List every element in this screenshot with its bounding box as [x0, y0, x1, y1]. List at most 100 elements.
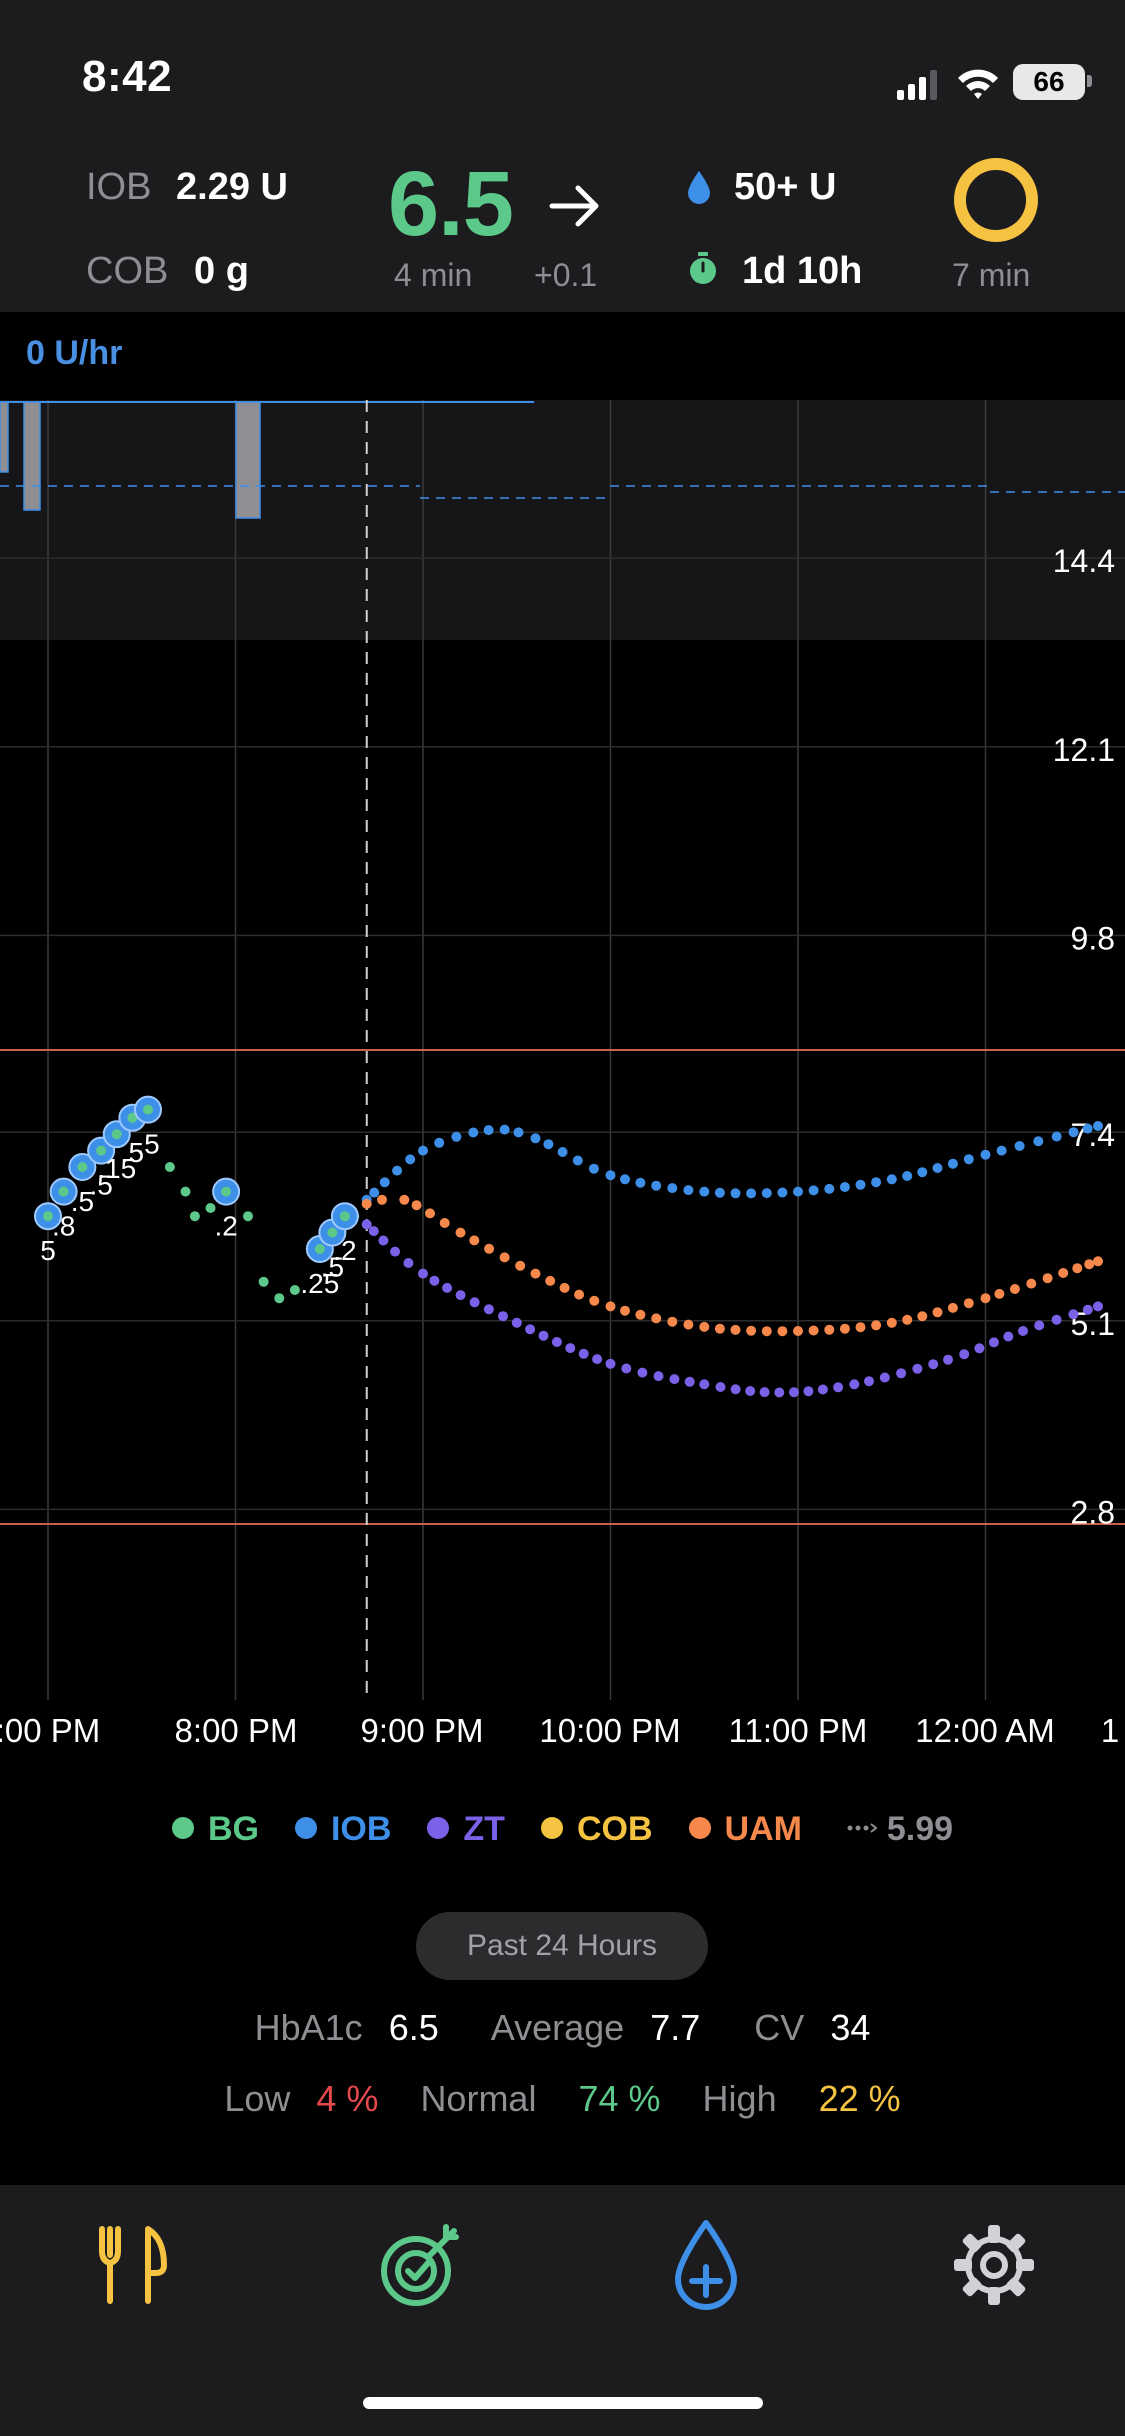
prediction-point-uam: [777, 1326, 788, 1337]
high-value: 22 %: [818, 2078, 901, 2119]
prediction-point-zt: [592, 1354, 603, 1365]
prediction-point-iob: [499, 1124, 510, 1135]
prediction-point-iob: [761, 1188, 772, 1199]
gear-icon[interactable]: [944, 2215, 1044, 2315]
prediction-point-iob: [557, 1147, 568, 1157]
prediction-point-zt: [1093, 1301, 1103, 1312]
prediction-point-iob: [392, 1165, 403, 1176]
smb-marker-center: [339, 1211, 350, 1222]
prediction-point-iob: [683, 1185, 694, 1196]
smb-label: .2: [214, 1211, 237, 1242]
prediction-point-uam: [1042, 1273, 1053, 1284]
x-tick-label: 12:00 AM: [915, 1712, 1054, 1749]
low-label: Low: [224, 2078, 291, 2119]
prediction-point-zt: [1051, 1314, 1062, 1325]
current-bg-value: 6.5: [388, 153, 514, 255]
prediction-point-uam: [994, 1288, 1005, 1299]
prediction-point-zt: [896, 1368, 907, 1379]
prediction-point-uam: [1072, 1263, 1083, 1274]
bg-point: [243, 1211, 253, 1222]
chart-svg[interactable]: 14.412.19.87.45.12.8:00 PM 8:00 PM 9:00 PM…: [0, 400, 1125, 1750]
prediction-point-uam: [439, 1218, 450, 1228]
cv-value: 34: [830, 2007, 871, 2048]
status-time: 8:42: [82, 52, 173, 101]
glucose-chart[interactable]: 14.4 12.1 9.8 7.4 5.1 2.8:00 PM 8:00 PM 9:00 PM…: [0, 400, 1125, 1750]
prediction-point-uam: [963, 1298, 974, 1309]
prediction-point-zt: [455, 1290, 466, 1301]
prediction-point-uam: [620, 1305, 630, 1316]
temp-basal-bar: [0, 401, 9, 473]
sensor-timer-icon: [690, 252, 716, 284]
high-label: High: [702, 2078, 777, 2119]
prediction-point-iob: [730, 1188, 741, 1199]
prediction-point-zt: [378, 1235, 389, 1246]
battery-cap: [1087, 75, 1092, 87]
glucose-header[interactable]: IOB 2.29 U COB 0 g 6.5 4 min +0.1 50+ U …: [0, 140, 1125, 312]
prediction-point-iob: [871, 1177, 882, 1188]
prediction-point-uam: [605, 1301, 616, 1312]
legend-dot: [294, 1816, 317, 1839]
prediction-point-uam: [1058, 1268, 1069, 1278]
prediction-point-zt: [789, 1387, 799, 1398]
prediction-point-zt: [637, 1367, 648, 1378]
prediction-point-zt: [684, 1376, 695, 1387]
prediction-point-iob: [808, 1185, 819, 1196]
fork-knife-icon[interactable]: [82, 2215, 182, 2315]
prediction-point-iob: [405, 1154, 416, 1165]
prediction-point-iob: [855, 1179, 866, 1190]
prediction-point-uam: [902, 1314, 913, 1325]
prediction-point-iob: [714, 1187, 725, 1198]
prediction-point-zt: [368, 1226, 379, 1237]
prediction-point-uam: [932, 1307, 943, 1318]
legend-label: ZT: [463, 1809, 505, 1848]
legend-extra-value: 5.99: [886, 1809, 954, 1848]
prediction-point-uam: [425, 1208, 435, 1219]
y-tick-label: 9.8: [1071, 920, 1115, 956]
y-tick-label: 14.4: [1053, 543, 1115, 579]
prediction-point-uam: [886, 1317, 897, 1328]
prediction-point-iob: [651, 1180, 662, 1191]
prediction-point-uam: [499, 1252, 510, 1263]
prediction-point-zt: [730, 1384, 741, 1395]
prediction-point-zt: [803, 1386, 814, 1397]
normal-label: Normal: [420, 2078, 537, 2119]
smb-marker-center: [58, 1186, 69, 1197]
prediction-point-iob: [434, 1137, 445, 1148]
legend-label: IOB: [330, 1809, 392, 1848]
sensor-age-value: 1d 10h: [742, 250, 863, 292]
smb-label: .2: [333, 1235, 356, 1266]
prediction-point-zt: [864, 1376, 874, 1387]
prediction-point-zt: [605, 1358, 616, 1369]
period-selector[interactable]: Past 24 Hours: [416, 1912, 708, 1980]
legend-item-bg: BG: [171, 1809, 259, 1849]
prediction-point-zt: [928, 1359, 939, 1370]
legend-label: BG: [207, 1809, 259, 1848]
bg-delta: +0.1: [534, 257, 598, 293]
legend-label: UAM: [724, 1809, 802, 1848]
prediction-point-zt: [699, 1379, 710, 1390]
bg-point: [180, 1186, 191, 1197]
prediction-point-zt: [442, 1282, 453, 1293]
prediction-point-uam: [361, 1198, 372, 1209]
prediction-point-iob: [635, 1177, 646, 1188]
prediction-point-iob: [699, 1186, 710, 1197]
target-icon[interactable]: [370, 2215, 470, 2315]
loop-status-icon[interactable]: [954, 158, 1038, 242]
arrow-right-icon: [549, 185, 599, 227]
loop-age: 7 min: [952, 257, 1031, 293]
prediction-point-uam: [714, 1323, 725, 1334]
prediction-point-uam: [530, 1268, 541, 1279]
prediction-point-zt: [912, 1363, 923, 1374]
drop-plus-icon[interactable]: [656, 2215, 756, 2315]
prediction-point-iob: [746, 1188, 757, 1199]
normal-value: 74 %: [578, 2078, 661, 2119]
iob-label: IOB: [86, 166, 152, 208]
prediction-point-zt: [849, 1379, 860, 1390]
prediction-point-uam: [1093, 1256, 1103, 1267]
legend-item-iob: IOB: [294, 1809, 392, 1849]
prediction-point-zt: [959, 1349, 970, 1360]
prediction-point-zt: [565, 1343, 576, 1354]
reservoir-drop-icon: [688, 171, 710, 204]
y-tick-label: 12.1: [1053, 732, 1115, 768]
prediction-point-zt: [988, 1337, 999, 1348]
